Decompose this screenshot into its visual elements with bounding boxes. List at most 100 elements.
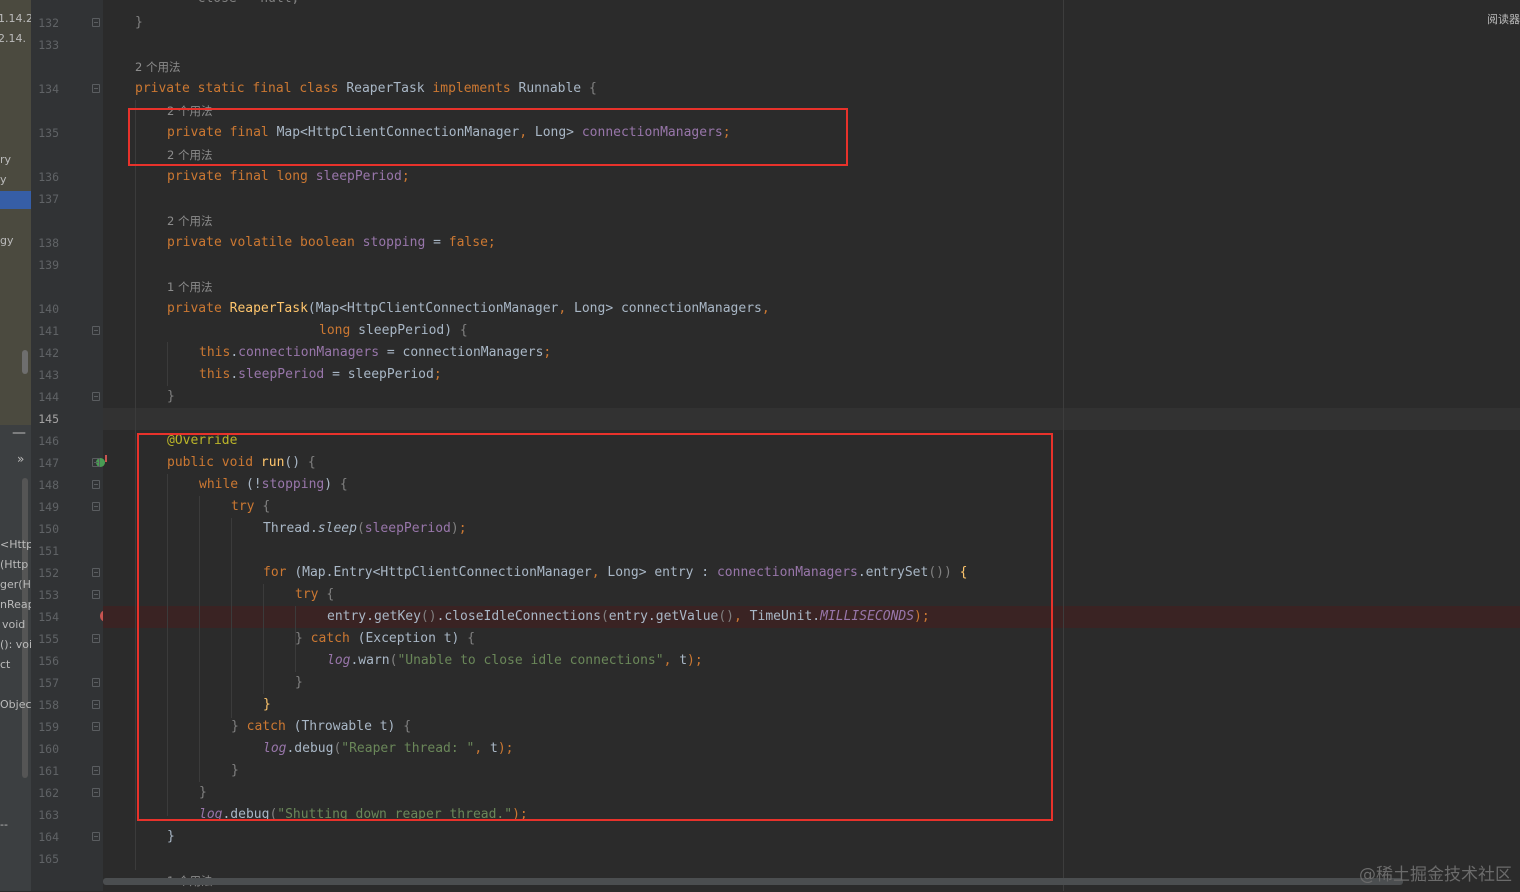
line-number: 159 — [38, 720, 59, 734]
fold-icon[interactable] — [92, 700, 100, 709]
watermark: @稀土掘金技术社区 — [1359, 865, 1512, 885]
code-token: , — [761, 301, 770, 316]
code-token: { — [588, 81, 597, 96]
line-number: 163 — [38, 808, 59, 822]
line-number: 144 — [38, 390, 59, 404]
structure-item[interactable]: ct — [0, 658, 10, 671]
structure-item[interactable]: ger(H — [0, 578, 31, 591]
fold-icon[interactable] — [92, 678, 100, 687]
code-token: sleepPeriod — [315, 169, 402, 184]
tool-window-label[interactable]: 2.14. — [0, 32, 26, 45]
code-line: long sleepPeriod) { — [319, 320, 468, 342]
line-number: 143 — [38, 368, 59, 382]
code-line: close = null; — [135, 0, 300, 10]
structure-item[interactable]: Object — [0, 698, 31, 711]
usage-hint[interactable]: 2 个用法 — [135, 56, 180, 78]
code-token: , — [558, 301, 575, 316]
fold-icon[interactable] — [92, 766, 100, 775]
fold-icon[interactable] — [92, 722, 100, 731]
code-token: long — [319, 323, 359, 338]
line-number: 138 — [38, 236, 59, 250]
line-number: 160 — [38, 742, 59, 756]
code-token: = sleepPeriod — [332, 367, 434, 382]
fold-icon[interactable] — [92, 832, 100, 841]
code-token: this — [199, 367, 231, 382]
line-number: 133 — [38, 38, 59, 52]
expand-icon[interactable]: » — [17, 452, 24, 466]
fold-icon[interactable] — [92, 480, 100, 489]
highlight-box-fields — [128, 108, 848, 166]
tool-window-label[interactable]: 1.14.26 — [0, 12, 31, 25]
tool-window-selection[interactable] — [0, 191, 31, 209]
line-number: 148 — [38, 478, 59, 492]
structure-item[interactable]: (Http — [0, 558, 28, 571]
line-number: 153 — [38, 588, 59, 602]
code-line: private ReaperTask(Map<HttpClientConnect… — [167, 298, 770, 320]
line-number: 142 — [38, 346, 59, 360]
fold-icon[interactable] — [92, 788, 100, 797]
fold-icon[interactable] — [92, 590, 100, 599]
line-number: 134 — [38, 82, 59, 96]
structure-item[interactable]: (): voi — [0, 638, 31, 651]
tool-window-label[interactable]: gy — [0, 234, 14, 247]
reader-mode-button[interactable]: 阅读器 — [1487, 11, 1520, 27]
structure-item[interactable]: void — [2, 618, 25, 631]
fold-icon[interactable] — [92, 326, 100, 335]
line-number: 132 — [38, 16, 59, 30]
code-token: stopping — [362, 235, 434, 250]
code-token: sleepPeriod — [238, 367, 333, 382]
line-number: 149 — [38, 500, 59, 514]
code-token: . — [230, 345, 239, 360]
line-number: 155 — [38, 632, 59, 646]
line-number-current: 145 — [38, 412, 59, 426]
line-number: 154 — [38, 610, 59, 624]
line-number: 140 — [38, 302, 59, 316]
code-token: Long> connectionManagers — [574, 301, 762, 316]
structure-item[interactable]: nReap — [0, 598, 31, 611]
line-number: 152 — [38, 566, 59, 580]
code-line: this.connectionManagers = connectionMana… — [199, 342, 551, 364]
code-line: private volatile boolean stopping = fals… — [167, 232, 496, 254]
fold-icon[interactable] — [92, 392, 100, 401]
fold-icon[interactable] — [92, 458, 100, 467]
code-line: private static final class ReaperTask im… — [135, 78, 597, 100]
tool-window-scrollbar[interactable] — [22, 350, 28, 374]
line-number: 136 — [38, 170, 59, 184]
code-token: Runnable — [518, 81, 589, 96]
code-token: = — [433, 235, 449, 250]
right-margin-guide — [1063, 0, 1064, 891]
structure-item[interactable]: <Http — [0, 538, 31, 551]
fold-icon[interactable] — [92, 18, 100, 27]
fold-icon[interactable] — [92, 568, 100, 577]
code-token: ReaperTask — [229, 301, 308, 316]
code-token: ReaperTask — [346, 81, 433, 96]
line-number: 141 — [38, 324, 59, 338]
indent-guide — [167, 342, 168, 386]
line-number: 135 — [38, 126, 59, 140]
editor-gutter[interactable]: 132 133 134 135 136 137 138 139 140 141 … — [31, 0, 112, 891]
code-token: connectionManagers — [238, 345, 387, 360]
code-token: private volatile boolean — [167, 235, 363, 250]
tool-window-label[interactable]: ry — [0, 153, 11, 166]
code-token: implements — [432, 81, 519, 96]
usage-hint[interactable]: 1 个用法 — [167, 276, 212, 298]
line-number: 137 — [38, 192, 59, 206]
tool-window-label[interactable]: y — [0, 173, 7, 186]
code-line: private final long sleepPeriod; — [167, 166, 410, 188]
code-token: private — [167, 301, 230, 316]
code-token: private final long — [167, 169, 316, 184]
indent-guide — [135, 100, 136, 870]
project-tool-window[interactable]: 1.14.26 2.14. ry y gy — » <Http (Http ge… — [0, 0, 31, 891]
fold-icon[interactable] — [92, 634, 100, 643]
code-token: this — [199, 345, 231, 360]
line-number: 147 — [38, 456, 59, 470]
code-token: sleepPeriod) — [358, 323, 460, 338]
fold-icon[interactable] — [92, 84, 100, 93]
code-line: this.sleepPeriod = sleepPeriod; — [199, 364, 442, 386]
collapse-icon[interactable]: — — [12, 425, 26, 441]
horizontal-scrollbar[interactable] — [103, 878, 1403, 885]
structure-item[interactable]: -- — [0, 818, 8, 831]
line-number: 165 — [38, 852, 59, 866]
fold-icon[interactable] — [92, 502, 100, 511]
usage-hint[interactable]: 2 个用法 — [167, 210, 212, 232]
